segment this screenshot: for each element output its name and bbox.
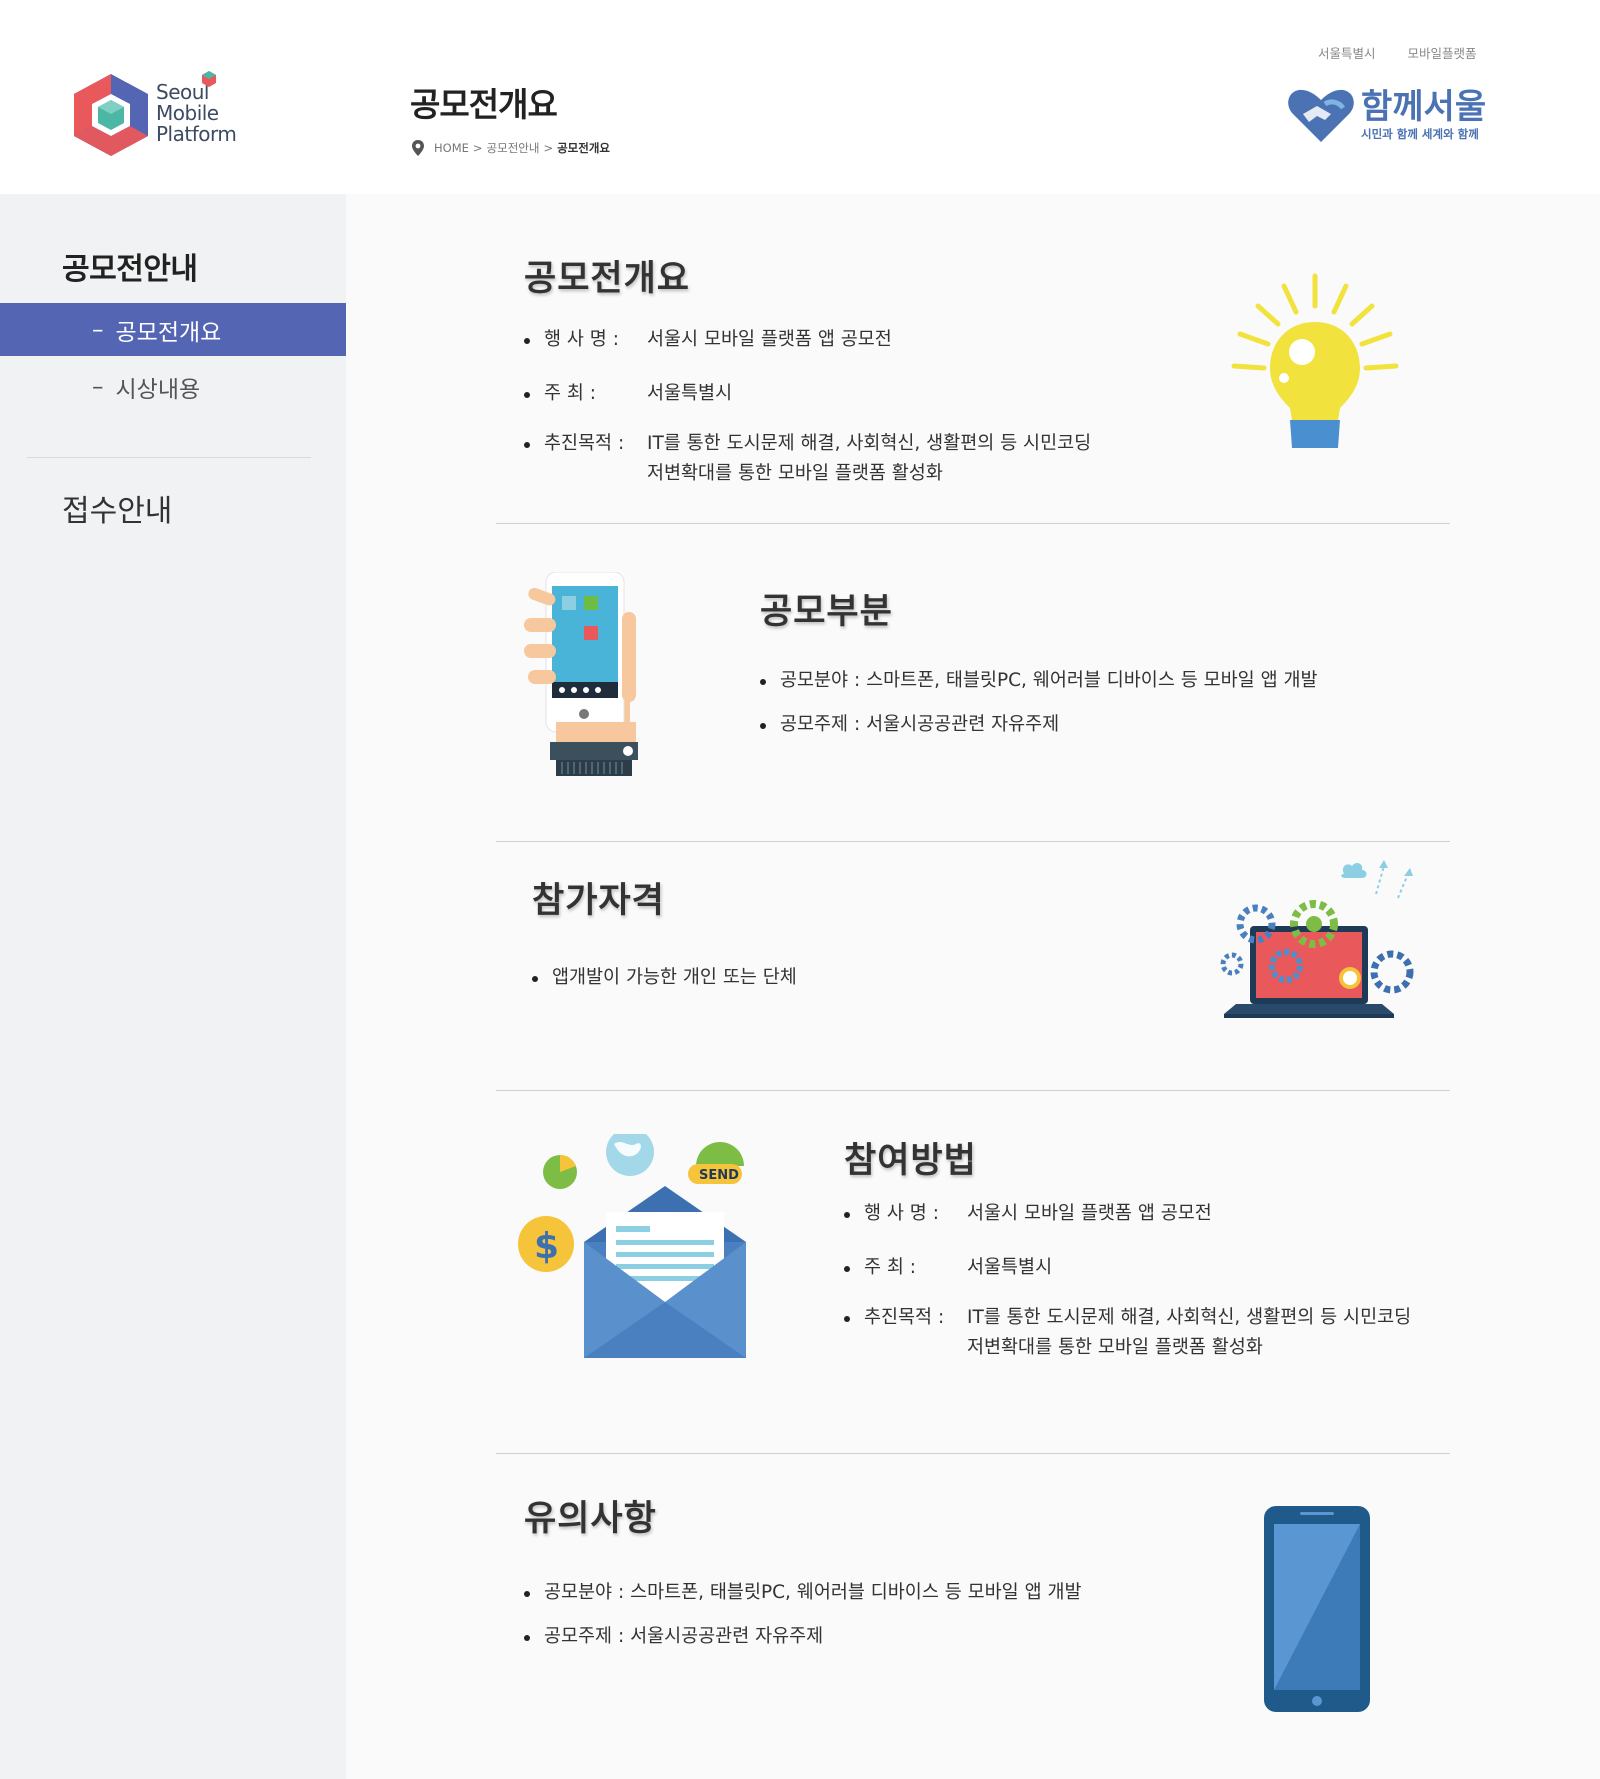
section-title-eligibility: 참가자격 [532,881,665,921]
section-divider [496,841,1450,842]
breadcrumb: HOME > 공모전안내 > 공모전개요 [410,139,610,157]
main-content: 공모전개요 행 사 명 : 서울시 모바일 플랫폼 앱 공모전 주 최 : 서울특별… [346,194,1600,1779]
list-item: 주 최 : 서울특별시 [524,379,1224,409]
sidebar-item-awards[interactable]: – 시상내용 [0,360,346,413]
breadcrumb-separator: > [472,141,483,155]
eligibility-list: 앱개발이 가능한 개인 또는 단체 [532,963,1132,1017]
smartphone-icon [1264,1506,1370,1712]
notes-list: 공모분야 : 스마트폰, 태블릿PC, 웨어러블 디바이스 등 모바일 앱 개발… [524,1578,1224,1676]
list-item: 행 사 명 : 서울시 모바일 플랫폼 앱 공모전 [844,1199,1544,1229]
list-item: 공모주제 : 서울시공공관련 자유주제 [524,1622,1224,1652]
section-divider [496,1090,1450,1091]
breadcrumb-current: 공모전개요 [557,141,610,155]
sidebar-item-overview[interactable]: – 공모전개요 [0,303,346,356]
section-title-notes: 유의사항 [524,1499,657,1539]
logo-accent-icon [202,71,216,87]
section-divider [496,523,1450,524]
heart-handshake-icon: 함께서울 시민과 함께 세계와 함께 [1288,87,1486,142]
section-title-category: 공모부분 [760,592,893,632]
sidebar-item-label: 시상내용 [115,376,201,403]
top-links: 서울특별시 모바일플랫폼 [1318,43,1477,62]
section-title-method: 참여방법 [844,1141,977,1181]
logo-text: Seoul Mobile Platform [156,80,237,146]
dollar-icon: $ [534,1226,559,1267]
list-item: 추진목적 : IT를 통한 도시문제 해결, 사회혁신, 생활편의 등 시민코딩 저… [844,1303,1544,1363]
hexagon-logo-icon [74,74,148,156]
overview-list: 행 사 명 : 서울시 모바일 플랫폼 앱 공모전 주 최 : 서울특별시 추진목적… [524,325,1224,513]
dash-icon: – [92,316,104,343]
dash-icon: – [92,373,104,400]
together-seoul-logo[interactable]: 함께서울 시민과 함께 세계와 함께 [1285,80,1505,150]
envelope-send-icon: SEND $ [518,1134,746,1358]
link-mobile-platform[interactable]: 모바일플랫폼 [1408,43,1477,62]
together-logo-title: 함께서울 [1361,87,1486,127]
list-item: 공모분야 : 스마트폰, 태블릿PC, 웨어러블 디바이스 등 모바일 앱 개발 [524,1578,1224,1608]
section-title-overview: 공모전개요 [524,259,691,299]
list-item: 추진목적 : IT를 통한 도시문제 해결, 사회혁신, 생활편의 등 시민코딩 저… [524,429,1224,489]
section-divider [496,1453,1450,1454]
list-item: 공모분야 : 스마트폰, 태블릿PC, 웨어러블 디바이스 등 모바일 앱 개발 [760,666,1480,696]
laptop-gears-icon [1220,860,1414,1018]
list-item: 행 사 명 : 서울시 모바일 플랫폼 앱 공모전 [524,325,1224,355]
sidebar-item-label: 공모전개요 [115,319,222,346]
breadcrumb-separator: > [543,141,554,155]
breadcrumb-home[interactable]: HOME [434,141,469,155]
category-list: 공모분야 : 스마트폰, 태블릿PC, 웨어러블 디바이스 등 모바일 앱 개발… [760,666,1480,764]
breadcrumb-section[interactable]: 공모전안내 [487,140,540,156]
seoul-mobile-platform-logo[interactable]: Seoul Mobile Platform [68,70,268,160]
send-label: SEND [699,1168,739,1183]
lightbulb-icon [1231,273,1399,448]
list-item: 공모주제 : 서울시공공관련 자유주제 [760,710,1480,740]
sidebar-title-registration[interactable]: 접수안내 [62,486,172,530]
list-item: 주 최 : 서울특별시 [844,1253,1544,1283]
sidebar-divider [27,457,311,458]
location-pin-icon [412,140,424,156]
header: Seoul Mobile Platform 공모전개요 HOME > 공모전안내… [0,0,1600,194]
hand-phone-icon [524,572,638,776]
method-list: 행 사 명 : 서울시 모바일 플랫폼 앱 공모전 주 최 : 서울특별시 추진목적… [844,1199,1544,1387]
link-seoul-city[interactable]: 서울특별시 [1318,43,1376,62]
together-logo-subtitle: 시민과 함께 세계와 함께 [1361,127,1479,141]
sidebar-title[interactable]: 공모전안내 [62,244,198,288]
list-item: 앱개발이 가능한 개인 또는 단체 [532,963,1132,993]
sidebar: 공모전안내 – 공모전개요 – 시상내용 접수안내 [0,194,346,1779]
page-title: 공모전개요 [410,85,558,124]
